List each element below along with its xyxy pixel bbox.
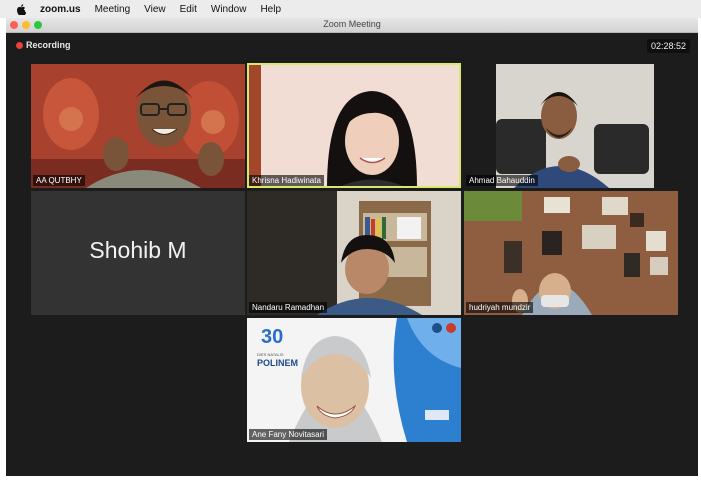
app-menu-zoom[interactable]: zoom.us [40,4,81,15]
participant-video [247,63,461,188]
macos-menu-bar: zoom.us Meeting View Edit Window Help [0,0,701,18]
meeting-timer: 02:28:52 [646,39,690,53]
participant-name: Khrisna Hadiwinata [249,175,324,186]
zoom-meeting-window: Zoom Meeting Recording 02:28:52 AA QUTBH… [6,18,698,476]
participant-name: Ahmad Bahauddin [466,175,538,186]
poster-logo-text: POLINEM [257,358,299,368]
participant-video [464,191,678,315]
participant-name: Nandaru Ramadhan [249,302,328,313]
participant-tile-hudriyah-mundzir[interactable]: hudriyah mundzir [464,191,678,315]
participant-tile-ane-fany-novitasari[interactable]: 30 DIES NATALIS POLINEM Ane Fany Novitas… [247,318,461,442]
participant-name-display: Shohib M [89,237,187,263]
participant-tile-shohib-m[interactable]: Shohib M [31,191,245,315]
menu-window[interactable]: Window [211,4,247,15]
poster-caption: DIES NATALIS [257,352,284,357]
participant-tile-aa-qutbhy[interactable]: AA QUTBHY [31,64,245,188]
participant-name: Ane Fany Novitasari [249,429,328,440]
menu-view[interactable]: View [144,4,166,15]
window-title: Zoom Meeting [323,19,381,29]
recording-indicator[interactable]: Recording [16,40,71,50]
recording-label: Recording [26,40,71,50]
participant-video [31,64,245,188]
participant-tile-nandaru-ramadhan[interactable]: Nandaru Ramadhan [247,191,461,315]
participant-video [247,191,461,315]
recording-dot-icon [16,41,23,49]
menu-edit[interactable]: Edit [180,4,197,15]
window-titlebar[interactable]: Zoom Meeting [6,18,698,33]
menu-help[interactable]: Help [260,4,281,15]
participant-video [464,64,678,188]
participant-tile-khrisna-hadiwinata[interactable]: Khrisna Hadiwinata [247,63,461,188]
menu-meeting[interactable]: Meeting [95,4,131,15]
apple-icon[interactable] [16,3,26,15]
participant-name: AA QUTBHY [33,175,85,186]
anniversary-badge: 30 [261,326,284,348]
participant-tile-ahmad-bahauddin[interactable]: Ahmad Bahauddin [464,64,678,188]
participant-name: hudriyah mundzir [466,302,534,313]
